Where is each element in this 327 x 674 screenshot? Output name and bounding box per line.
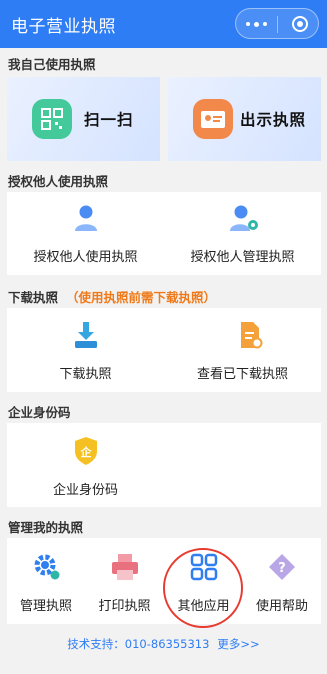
- footer-phone[interactable]: 010-86355313: [125, 637, 210, 651]
- download-section-label: 下载执照: [8, 290, 59, 305]
- authorize-card: 授权他人使用执照 授权他人管理执照: [7, 192, 321, 275]
- footer-more-link[interactable]: 更多>>: [217, 637, 259, 651]
- mini-program-capsule: [235, 8, 319, 39]
- document-view-icon: [241, 322, 263, 349]
- download-note: （使用执照前需下载执照）: [66, 290, 217, 305]
- print-license-label: 打印执照: [98, 599, 151, 614]
- manage-person-icon: [230, 205, 258, 231]
- download-license-label: 下载执照: [59, 367, 112, 382]
- download-card: 下载执照 查看已下载执照: [7, 308, 321, 392]
- company-code-label: 企业身份码: [52, 483, 118, 498]
- download-icon: [75, 322, 97, 348]
- company-code-button[interactable]: 企 企业身份码: [7, 423, 164, 507]
- company-code-card: 企 企业身份码: [7, 423, 321, 507]
- highlight-circle: [163, 548, 243, 628]
- manage-license-label: 管理执照: [19, 599, 72, 614]
- scan-button[interactable]: 扫一扫: [7, 77, 160, 161]
- view-downloaded-button[interactable]: 查看已下载执照: [164, 308, 321, 392]
- qr-scan-icon: [32, 99, 72, 139]
- license-card-icon: [193, 99, 233, 139]
- section-title-self: 我自己使用执照: [8, 57, 96, 72]
- svg-text:企: 企: [80, 445, 93, 459]
- authorize-use-button[interactable]: 授权他人使用执照: [7, 192, 164, 275]
- title-bar: 电子营业执照: [0, 0, 327, 48]
- footer-support: 技术支持：010-86355313 更多>>: [0, 636, 327, 652]
- more-dots-icon[interactable]: [246, 21, 268, 27]
- help-label: 使用帮助: [255, 599, 308, 614]
- print-license-button[interactable]: 打印执照: [85, 538, 164, 624]
- section-title-manage: 管理我的执照: [8, 520, 84, 535]
- section-title-download: 下载执照 （使用执照前需下载执照）: [8, 287, 216, 306]
- help-button[interactable]: ? 使用帮助: [243, 538, 321, 624]
- capsule-divider: [277, 16, 278, 33]
- gear-icon: [34, 554, 60, 580]
- page-title: 电子营业执照: [11, 17, 116, 37]
- manage-license-button[interactable]: 管理执照: [7, 538, 85, 624]
- authorize-manage-button[interactable]: 授权他人管理执照: [164, 192, 321, 275]
- target-icon[interactable]: [292, 16, 308, 32]
- show-license-button[interactable]: 出示执照: [168, 77, 321, 161]
- help-icon: ?: [269, 554, 295, 580]
- section-title-authorize: 授权他人使用执照: [8, 174, 109, 189]
- shield-company-icon: 企: [75, 437, 97, 465]
- authorize-use-label: 授权他人使用执照: [33, 250, 138, 265]
- svg-text:?: ?: [278, 561, 286, 576]
- printer-icon: [112, 554, 138, 580]
- show-license-label: 出示执照: [240, 111, 307, 129]
- section-title-company-code: 企业身份码: [8, 405, 71, 420]
- authorize-person-icon: [75, 205, 97, 231]
- footer-label: 技术支持：: [67, 637, 125, 651]
- authorize-manage-label: 授权他人管理执照: [190, 250, 295, 265]
- scan-label: 扫一扫: [84, 111, 134, 129]
- download-license-button[interactable]: 下载执照: [7, 308, 164, 392]
- view-downloaded-label: 查看已下载执照: [196, 367, 288, 382]
